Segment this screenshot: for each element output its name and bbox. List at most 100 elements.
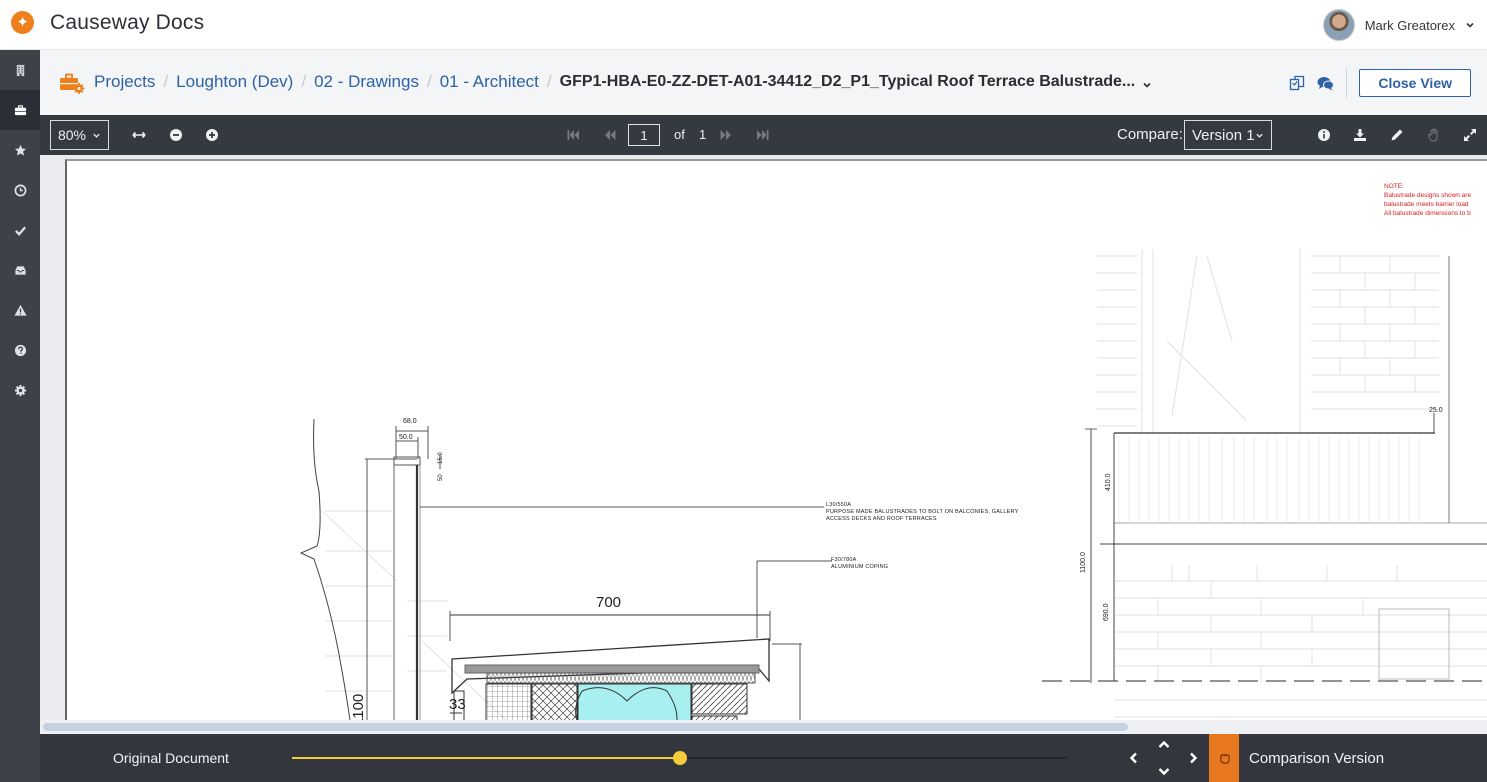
- dimension-label: 15.0: [438, 452, 444, 464]
- original-document-label: Original Document: [113, 750, 229, 766]
- chevron-down-icon: [93, 133, 100, 138]
- download-icon[interactable]: [1350, 125, 1370, 145]
- help-icon: [14, 344, 26, 356]
- last-page-icon[interactable]: [753, 125, 773, 145]
- document-title: GFP1-HBA-E0-ZZ-DET-A01-34412_D2_P1_Typic…: [559, 73, 1136, 90]
- breadcrumb-projects[interactable]: Projects: [94, 72, 155, 92]
- breadcrumb-bar: Projects / Loughton (Dev) / 02 - Drawing…: [40, 50, 1487, 115]
- breadcrumb-separator: /: [301, 72, 307, 91]
- dimension-label: 1100: [350, 694, 367, 720]
- architectural-drawing: 68.0 50.0 15.0 50 700 33 1100 25.0 410.0…: [299, 249, 1487, 720]
- note-line: balustrade meets barrier load: [1384, 201, 1469, 208]
- header-divider: [1346, 68, 1348, 98]
- info-icon[interactable]: [1314, 125, 1334, 145]
- document-viewer[interactable]: 68.0 50.0 15.0 50 700 33 1100 25.0 410.0…: [40, 155, 1487, 720]
- chevron-left-icon[interactable]: [1127, 750, 1141, 766]
- chevron-up-icon[interactable]: [1157, 738, 1171, 752]
- page-total: 1: [699, 127, 707, 142]
- note-line: Balustrade designs shown are: [1384, 192, 1472, 199]
- sidebar-item-projects[interactable]: [0, 90, 40, 130]
- dimension-label: 33: [449, 696, 466, 713]
- breadcrumb: Projects / Loughton (Dev) / 02 - Drawing…: [94, 72, 1152, 92]
- zoom-level-select[interactable]: 80%: [50, 120, 109, 150]
- annotation-ref: L30/550A: [826, 502, 852, 508]
- fullscreen-icon[interactable]: [1460, 125, 1480, 145]
- breadcrumb-architect[interactable]: 01 - Architect: [440, 72, 539, 92]
- chevron-down-icon: [1256, 133, 1263, 138]
- app-header: ✦ Causeway Docs Mark Greatorex: [0, 0, 1487, 50]
- app-title[interactable]: Causeway Docs: [50, 11, 204, 35]
- sidebar-item-settings[interactable]: [0, 370, 40, 410]
- next-page-icon[interactable]: [716, 125, 736, 145]
- check-icon: [14, 226, 26, 236]
- drawing-note: NOTE: Balustrade designs shown are balus…: [1384, 182, 1471, 218]
- dimension-label: 25.0: [1429, 407, 1443, 414]
- hand-pan-icon[interactable]: [1424, 125, 1444, 145]
- sidebar-item-documents[interactable]: [0, 50, 40, 90]
- dimension-label: 68.0: [403, 418, 417, 425]
- building-icon: [16, 64, 24, 76]
- note-title: NOTE:: [1384, 183, 1404, 190]
- zoom-out-icon[interactable]: [166, 125, 186, 145]
- sidebar-item-favourites[interactable]: [0, 130, 40, 170]
- briefcase-icon: [14, 104, 26, 115]
- compare-label: Compare:: [1117, 126, 1183, 143]
- pencil-icon[interactable]: [1387, 125, 1407, 145]
- project-briefcase-gear-icon: [60, 73, 85, 94]
- previous-page-icon[interactable]: [600, 125, 620, 145]
- first-page-icon[interactable]: [563, 125, 583, 145]
- copy-compare-icon[interactable]: [1288, 74, 1306, 92]
- sidebar-item-issues[interactable]: [0, 290, 40, 330]
- drawing-page: 68.0 50.0 15.0 50 700 33 1100 25.0 410.0…: [65, 159, 1487, 720]
- zoom-level-value: 80%: [57, 127, 87, 143]
- sidebar-item-inbox[interactable]: [0, 250, 40, 290]
- annotation-coping: F30/780A ALUMINIUM COPING: [831, 557, 888, 571]
- user-menu[interactable]: Mark Greatorex: [1322, 9, 1475, 41]
- annotation-balustrade: L30/550A PURPOSE MADE BALUSTRADES TO BOL…: [826, 502, 1018, 523]
- breadcrumb-loughton[interactable]: Loughton (Dev): [176, 72, 293, 92]
- avatar: [1322, 9, 1355, 41]
- compare-slider-fill: [292, 757, 680, 759]
- clock-icon: [14, 184, 26, 196]
- dimension-label: 410.0: [1105, 473, 1112, 491]
- breadcrumb-separator: /: [163, 72, 169, 91]
- annotation-text: ACCESS DECKS AND ROOF TERRACES: [826, 516, 937, 522]
- hand-grab-icon: [1219, 753, 1230, 764]
- close-view-button[interactable]: Close View: [1359, 69, 1471, 97]
- chevron-right-icon[interactable]: [1186, 750, 1200, 766]
- star-icon: [14, 144, 26, 156]
- sidebar-item-recent[interactable]: [0, 170, 40, 210]
- header-actions: Close View: [1288, 68, 1471, 98]
- breadcrumb-drawings[interactable]: 02 - Drawings: [314, 72, 419, 92]
- compare-opacity-slider[interactable]: [292, 751, 1067, 765]
- chevron-down-icon: [1466, 22, 1474, 28]
- fit-width-icon[interactable]: [129, 125, 149, 145]
- compare-slider-thumb[interactable]: [672, 751, 687, 765]
- dimension-label: 690.0: [1103, 603, 1110, 621]
- compare-bar: Original Document Comparison Version: [40, 734, 1487, 782]
- causeway-logo-icon[interactable]: ✦: [11, 11, 34, 34]
- user-name: Mark Greatorex: [1364, 17, 1455, 33]
- chevron-down-icon[interactable]: [1157, 764, 1171, 778]
- dimension-label: 50.0: [399, 434, 413, 441]
- comparison-version-label: Comparison Version: [1249, 750, 1385, 767]
- viewer-toolbar: 80% of 1 Compare: Version 1: [40, 115, 1487, 155]
- comments-icon[interactable]: [1316, 74, 1334, 92]
- breadcrumb-separator: /: [546, 72, 552, 91]
- dimension-label: 700: [596, 594, 621, 611]
- horizontal-scrollbar[interactable]: [40, 720, 1487, 734]
- comparison-color-swatch[interactable]: [1209, 734, 1239, 782]
- compare-version-value: Version 1: [1192, 126, 1255, 144]
- dimension-label: 50: [438, 474, 444, 481]
- document-menu-chevron-icon[interactable]: [1142, 80, 1152, 90]
- sidebar: [0, 50, 40, 782]
- sidebar-item-help[interactable]: [0, 330, 40, 370]
- zoom-in-icon[interactable]: [202, 125, 222, 145]
- annotation-ref: F30/780A: [831, 557, 857, 563]
- annotation-text: ALUMINIUM COPING: [831, 564, 889, 570]
- sidebar-item-tasks[interactable]: [0, 210, 40, 250]
- horizontal-scrollbar-thumb[interactable]: [43, 723, 1128, 731]
- compare-version-select[interactable]: Version 1: [1184, 120, 1272, 150]
- inbox-icon: [14, 265, 26, 275]
- page-number-input[interactable]: [628, 124, 660, 146]
